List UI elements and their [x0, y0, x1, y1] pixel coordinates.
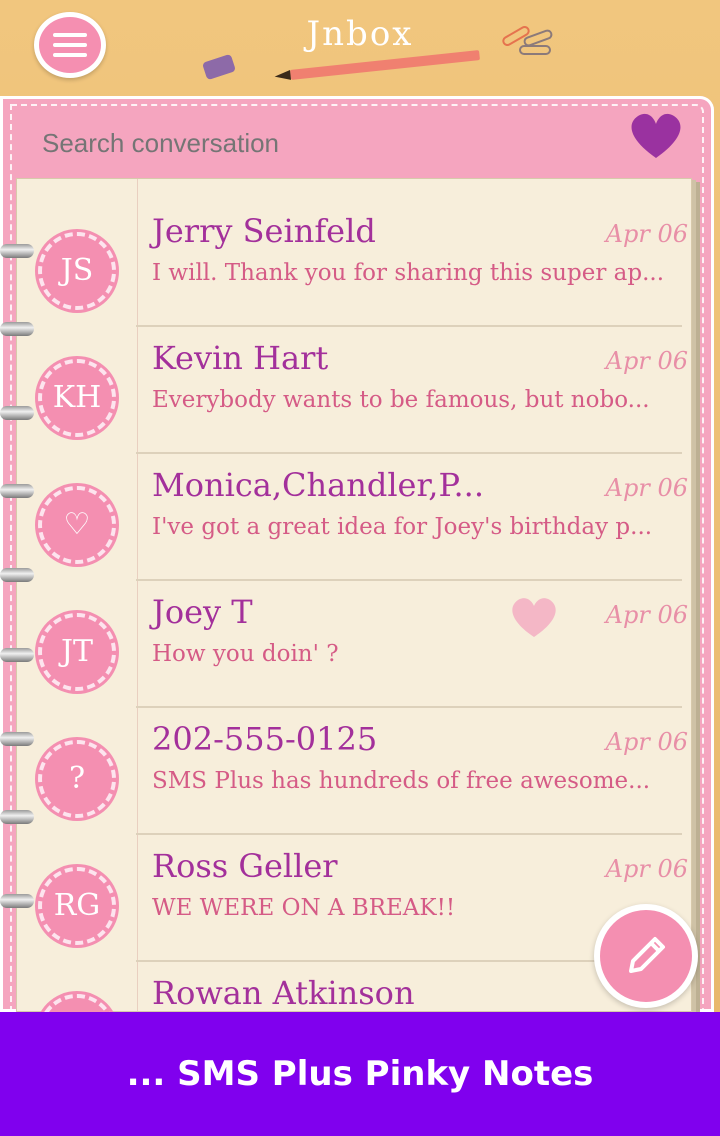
striped-heart-icon: [512, 598, 556, 637]
push-pin-icon: [201, 53, 237, 81]
promo-banner: ... SMS Plus Pinky Notes: [0, 1012, 720, 1136]
avatar: RA: [38, 994, 116, 1012]
app-background: Jnbox JS Jerry Seinfeld Apr 06 I wi: [0, 0, 720, 1012]
conversation-row[interactable]: ♡ Monica,Chandler,P... Apr 06 I've got a…: [16, 454, 692, 581]
message-snippet: How you doin' ?: [152, 641, 339, 667]
conversation-row[interactable]: ? 202-555-0125 Apr 06 SMS Plus has hundr…: [16, 708, 692, 835]
search-input[interactable]: [42, 128, 362, 159]
paperclip-icon: [502, 26, 553, 55]
message-date: Apr 06: [605, 474, 688, 502]
avatar: JT: [38, 613, 116, 691]
conversation-row[interactable]: JS Jerry Seinfeld Apr 06 I will. Thank y…: [16, 200, 692, 327]
message-snippet: WE WERE ON A BREAK!!: [152, 895, 456, 921]
contact-name: 202-555-0125: [152, 720, 378, 758]
message-date: Apr 06: [605, 601, 688, 629]
avatar-question-icon: ?: [38, 740, 116, 818]
contact-name: Monica,Chandler,P...: [152, 466, 484, 504]
page-title: Jnbox: [306, 14, 414, 54]
conversation-row[interactable]: RG Ross Geller Apr 06 WE WERE ON A BREAK…: [16, 835, 692, 962]
message-snippet: SMS Plus has hundreds of free awesome...: [152, 768, 651, 794]
contact-name: Ross Geller: [152, 847, 338, 885]
message-date: Apr 06: [605, 220, 688, 248]
conversation-row[interactable]: RA Rowan Atkinson: [16, 962, 692, 1012]
contact-name: Joey T: [152, 593, 253, 631]
message-snippet: I've got a great idea for Joey's birthda…: [152, 514, 653, 540]
message-snippet: I will. Thank you for sharing this super…: [152, 260, 665, 286]
message-date: Apr 06: [605, 728, 688, 756]
contact-name: Jerry Seinfeld: [152, 212, 376, 250]
contact-name: Rowan Atkinson: [152, 974, 415, 1012]
heart-doodle-icon: [631, 113, 681, 158]
pencil-decoration: [289, 50, 481, 80]
message-date: Apr 06: [605, 855, 688, 883]
top-bar: Jnbox: [0, 0, 720, 96]
avatar: RG: [38, 867, 116, 945]
pencil-icon: [629, 937, 665, 973]
compose-button[interactable]: [594, 904, 698, 1008]
avatar-heart-icon: ♡: [38, 486, 116, 564]
contact-name: Kevin Hart: [152, 339, 329, 377]
conversation-row[interactable]: KH Kevin Hart Apr 06 Everybody wants to …: [16, 327, 692, 454]
message-date: Apr 06: [605, 347, 688, 375]
avatar: KH: [38, 359, 116, 437]
conversation-row[interactable]: JT Joey T Apr 06 How you doin' ?: [16, 581, 692, 708]
avatar: JS: [38, 232, 116, 310]
message-snippet: Everybody wants to be famous, but nobo..…: [152, 387, 650, 413]
